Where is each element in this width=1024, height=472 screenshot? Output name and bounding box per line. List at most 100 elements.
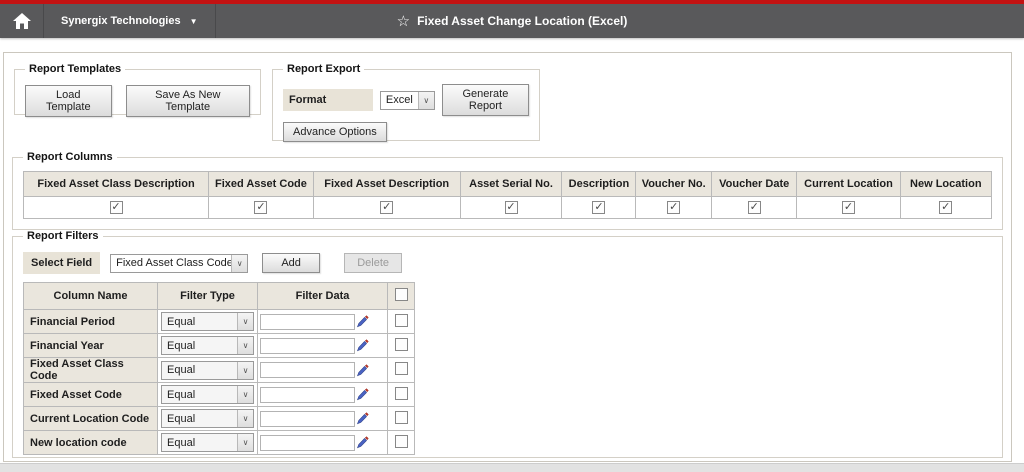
filter-data-input[interactable] [260,362,355,378]
filter-data-input[interactable] [260,410,355,427]
chevron-down-icon: ∨ [237,337,253,354]
column-checkbox[interactable] [504,201,518,214]
chevron-down-icon: ∨ [237,386,253,403]
report-filters-legend: Report Filters [27,230,99,242]
column-header: Fixed Asset Code [208,171,314,197]
filter-row: Current Location Code Equal ∨ [23,406,415,431]
delete-filter-button[interactable]: Delete [344,253,403,273]
filter-row-checkbox[interactable] [394,362,408,375]
filter-type-select[interactable]: Equal ∨ [161,312,254,331]
column-checkbox[interactable] [747,201,761,214]
lookup-icon[interactable] [356,436,369,449]
filter-type-value: Equal [167,315,196,328]
advance-options-button[interactable]: Advance Options [283,122,387,142]
report-columns-table: Fixed Asset Class Description Fixed Asse… [22,171,993,219]
report-columns-legend: Report Columns [27,151,113,163]
page-title: Fixed Asset Change Location (Excel) [417,14,628,28]
company-menu-label: Synergix Technologies [61,15,181,27]
select-field-select[interactable]: Fixed Asset Class Code ∨ [110,253,249,273]
column-header: Fixed Asset Class Description [22,171,210,197]
column-checkbox[interactable] [254,201,268,214]
company-menu[interactable]: Synergix Technologies ▼ [44,4,216,38]
column-checkbox[interactable] [939,201,953,214]
filter-type-value: Equal [167,364,196,376]
top-sections-row: Report Templates Load Template Save As N… [14,63,1003,142]
report-filters-section: Report Filters Select Field Fixed Asset … [12,230,1003,458]
add-filter-button[interactable]: Add [262,253,321,273]
filter-type-value: Equal [167,339,196,352]
home-icon [12,13,31,29]
column-checkbox[interactable] [380,201,394,214]
report-filters-table: Column Name Filter Type Filter Data Fina… [23,282,415,455]
select-field-row: Select Field Fixed Asset Class Code ∨ Ad… [23,252,992,274]
filter-type-select[interactable]: Equal ∨ [161,360,254,380]
filter-data-input[interactable] [260,434,355,451]
report-columns-section: Report Columns Fixed Asset Class Descrip… [12,151,1003,230]
filters-header-filter-type: Filter Type [157,282,258,310]
chevron-down-icon: ∨ [237,313,253,330]
column-header: New Location [899,171,993,197]
filter-row-name: Fixed Asset Class Code [23,357,158,383]
favorite-star-icon[interactable]: ☆ [397,14,410,29]
chevron-down-icon: ▼ [189,16,198,26]
filter-data-input[interactable] [260,386,355,403]
column-checkbox[interactable] [841,201,855,214]
column-checkbox[interactable] [109,201,123,214]
filter-row-name: Current Location Code [23,406,158,431]
chevron-down-icon: ∨ [237,410,253,427]
column-header: Asset Serial No. [459,171,563,197]
top-bar: Synergix Technologies ▼ ☆ Fixed Asset Ch… [0,0,1024,38]
report-templates-legend: Report Templates [29,63,122,75]
column-checkbox-row [22,196,993,219]
filter-row-checkbox[interactable] [394,313,408,327]
lookup-icon[interactable] [356,388,369,401]
filter-row: Fixed Asset Code Equal ∨ [23,382,415,407]
save-as-new-template-button[interactable]: Save As New Template [125,85,250,117]
filter-row-name: Fixed Asset Code [23,382,158,407]
filter-row-checkbox[interactable] [394,386,408,400]
select-field-label: Select Field [23,252,101,274]
filter-type-select[interactable]: Equal ∨ [161,433,254,452]
filter-row-name: Financial Year [23,333,158,358]
filter-row-checkbox[interactable] [394,337,408,351]
filter-row: Fixed Asset Class Code Equal ∨ [23,357,415,383]
filter-data-input[interactable] [260,337,355,354]
filter-row-checkbox[interactable] [394,434,408,448]
lookup-icon[interactable] [356,363,369,377]
chevron-down-icon: ∨ [237,434,253,451]
filter-type-select[interactable]: Equal ∨ [161,385,254,404]
filter-type-select[interactable]: Equal ∨ [161,336,254,355]
filter-row: Financial Period Equal ∨ [23,309,415,334]
column-checkbox[interactable] [667,201,681,214]
column-checkbox[interactable] [592,201,606,214]
chevron-down-icon: ∨ [231,254,248,272]
filter-type-value: Equal [167,388,196,401]
chevron-down-icon: ∨ [237,361,253,379]
report-export-legend: Report Export [287,63,361,75]
lookup-icon[interactable] [356,315,369,328]
filters-header-filter-data: Filter Data [257,282,388,310]
filter-row: Financial Year Equal ∨ [23,333,415,358]
select-all-checkbox[interactable] [394,288,408,301]
format-select-value: Excel [385,94,413,106]
filter-type-value: Equal [167,436,196,449]
filter-row: New location code Equal ∨ [23,430,415,455]
filter-data-input[interactable] [260,313,355,330]
format-select[interactable]: Excel ∨ [379,90,435,110]
lookup-icon[interactable] [356,412,369,425]
format-label: Format [283,89,373,111]
footer-strip [0,463,1024,472]
select-field-value: Fixed Asset Class Code [116,257,233,269]
report-export-section: Report Export Format Excel ∨ Generate Re… [272,63,540,142]
filter-row-checkbox[interactable] [394,410,408,424]
load-template-button[interactable]: Load Template [25,85,112,117]
filter-row-name: New location code [23,430,158,455]
filter-type-select[interactable]: Equal ∨ [161,409,254,428]
generate-report-button[interactable]: Generate Report [441,84,529,116]
column-header: Voucher No. [635,171,712,197]
column-header: Description [561,171,637,197]
lookup-icon[interactable] [356,339,369,352]
column-header: Current Location [796,171,901,197]
content-panel: Report Templates Load Template Save As N… [3,52,1012,462]
home-button[interactable] [0,4,44,38]
